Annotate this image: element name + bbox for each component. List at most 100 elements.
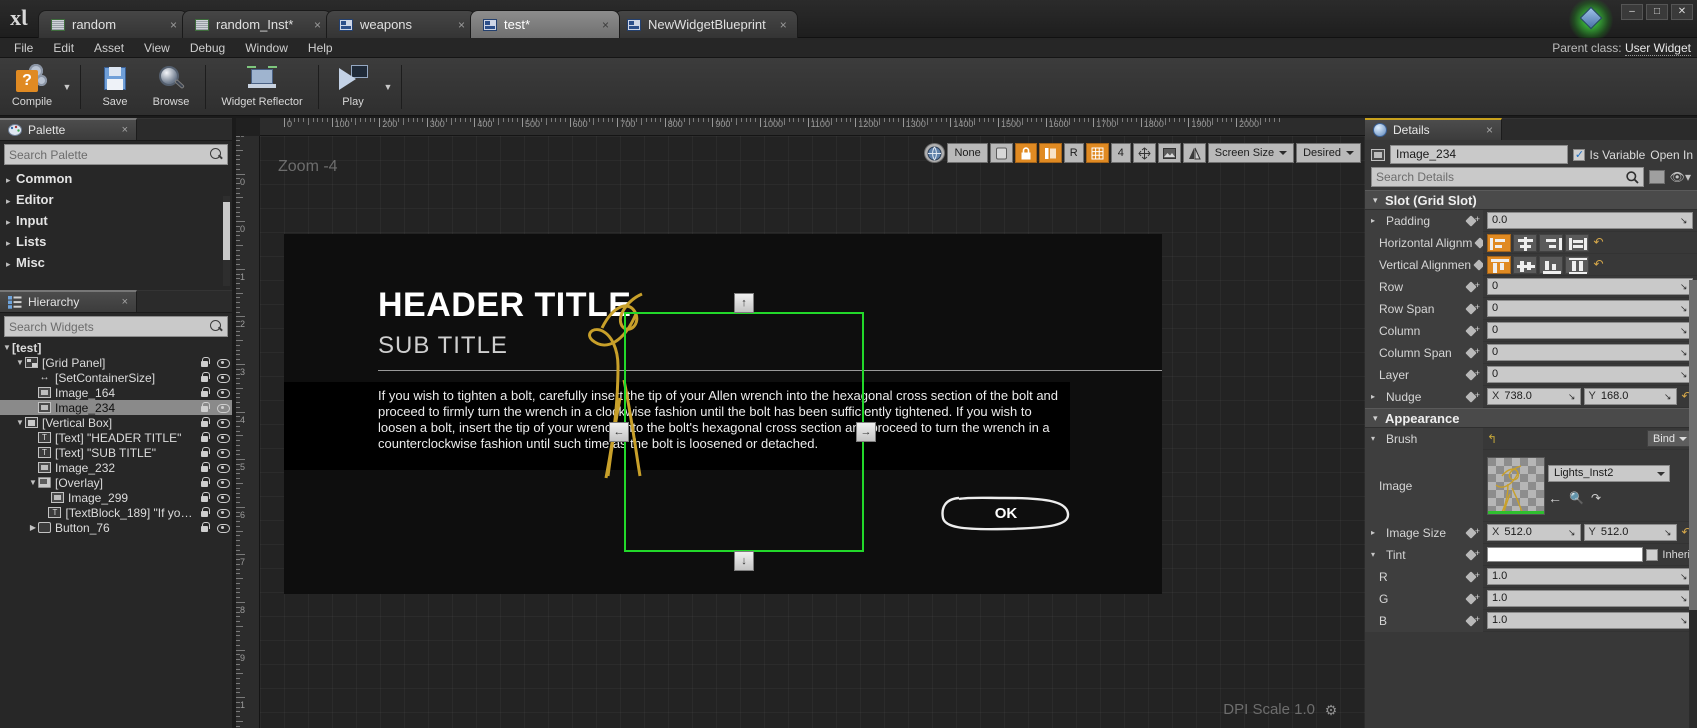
lock-icon[interactable]: [199, 417, 210, 428]
property-twisty-icon[interactable]: ▸: [1371, 216, 1381, 225]
close-button[interactable]: ✕: [1671, 4, 1693, 20]
alignment-option-3[interactable]: [1565, 255, 1589, 274]
hierarchy-close-icon[interactable]: ×: [122, 296, 128, 308]
bind-pin-icon[interactable]: [1466, 591, 1480, 605]
hierarchy-node[interactable]: Image_164: [0, 385, 232, 400]
compile-dropdown-arrow[interactable]: ▼: [60, 60, 74, 114]
alignment-option-2[interactable]: [1539, 255, 1563, 274]
lock-icon[interactable]: [199, 492, 210, 503]
hierarchy-search-input[interactable]: Search Widgets: [4, 316, 228, 337]
lock-icon[interactable]: [199, 372, 210, 383]
is-variable-checkbox-row[interactable]: ✓ Is Variable: [1573, 148, 1645, 162]
visibility-eye-icon[interactable]: [217, 387, 230, 398]
menu-item-asset[interactable]: Asset: [84, 38, 134, 58]
lock-icon[interactable]: [199, 522, 210, 533]
asset-selector[interactable]: Lights_Inst2: [1548, 465, 1670, 482]
menu-item-window[interactable]: Window: [235, 38, 298, 58]
drag-handle-icon[interactable]: [1664, 528, 1673, 537]
screen-size-selector[interactable]: Screen Size: [1207, 143, 1295, 163]
bind-pin-icon[interactable]: [1466, 613, 1480, 627]
drag-handle-icon[interactable]: [1680, 370, 1689, 379]
tree-twisty-icon[interactable]: ▼: [28, 478, 38, 487]
visibility-eye-icon[interactable]: [217, 492, 230, 503]
hierarchy-node[interactable]: Image_232: [0, 460, 232, 475]
drag-handle-icon[interactable]: [1680, 282, 1689, 291]
hierarchy-node[interactable]: T [Text] "SUB TITLE": [0, 445, 232, 460]
alignment-option-2[interactable]: [1539, 233, 1563, 252]
lock-icon[interactable]: [199, 402, 210, 413]
asset-tab-randominst[interactable]: random_Inst* ×: [182, 10, 332, 38]
bind-pin-icon[interactable]: [1466, 389, 1480, 403]
palette-scrollbar-thumb[interactable]: [223, 202, 230, 260]
mirror-icon[interactable]: [1182, 143, 1206, 163]
property-text-input[interactable]: 1.0: [1487, 612, 1693, 629]
resize-handle-right[interactable]: →: [856, 422, 876, 442]
hierarchy-node[interactable]: ▼ [Vertical Box]: [0, 415, 232, 430]
details-scrollbar-thumb[interactable]: [1689, 280, 1697, 610]
drag-handle-icon[interactable]: [1568, 392, 1577, 401]
resize-handle-top[interactable]: ↑: [734, 293, 754, 313]
drag-handle-icon[interactable]: [1680, 348, 1689, 357]
bind-pin-icon[interactable]: [1474, 257, 1484, 271]
visibility-eye-icon[interactable]: [217, 462, 230, 473]
reset-to-default-icon[interactable]: ↶: [1592, 236, 1605, 249]
details-search-input[interactable]: Search Details: [1371, 167, 1644, 187]
drag-handle-icon[interactable]: [1568, 528, 1577, 537]
drag-handle-icon[interactable]: [1680, 594, 1689, 603]
details-close-icon[interactable]: ×: [1486, 123, 1493, 137]
hierarchy-node[interactable]: T [TextBlock_189] "If you wis: [0, 505, 232, 520]
drag-handle-icon[interactable]: [1664, 392, 1673, 401]
property-text-input[interactable]: 1.0: [1487, 590, 1693, 607]
resize-handle-left[interactable]: ←: [609, 422, 629, 442]
grid-size-value[interactable]: 4: [1110, 143, 1131, 163]
snap-icon[interactable]: [1132, 143, 1156, 163]
alignment-option-0[interactable]: [1487, 233, 1511, 252]
details-scrollbar-track[interactable]: [1689, 280, 1697, 728]
ruler-icon[interactable]: [1038, 143, 1062, 163]
asset-tab-close-icon[interactable]: ×: [458, 18, 465, 32]
tree-twisty-icon[interactable]: ▼: [15, 418, 25, 427]
visibility-eye-icon[interactable]: [217, 522, 230, 533]
property-text-input[interactable]: 0: [1487, 322, 1693, 339]
fill-rule-none-button[interactable]: None: [947, 143, 988, 163]
drag-handle-icon[interactable]: [1680, 572, 1689, 581]
visibility-eye-icon[interactable]: [217, 432, 230, 443]
visibility-eye-icon[interactable]: [217, 417, 230, 428]
hierarchy-node[interactable]: Image_234: [0, 400, 232, 415]
asset-options-icon[interactable]: ↷: [1591, 491, 1601, 505]
drag-handle-icon[interactable]: [1680, 304, 1689, 313]
palette-category-lists[interactable]: ▸ Lists: [0, 231, 232, 252]
tree-twisty-icon[interactable]: ▼: [15, 358, 25, 367]
bind-pin-icon[interactable]: [1466, 279, 1480, 293]
widget-reflector-button[interactable]: Widget Reflector: [212, 60, 312, 114]
drag-handle-icon[interactable]: [1680, 216, 1689, 225]
palette-category-editor[interactable]: ▸ Editor: [0, 189, 232, 210]
alignment-option-0[interactable]: [1487, 255, 1511, 274]
drag-handle-icon[interactable]: [1680, 616, 1689, 625]
details-section-header[interactable]: ▾ Appearance: [1365, 408, 1697, 428]
inherit-checkbox-row[interactable]: Inherit: [1646, 548, 1693, 561]
visibility-eye-icon[interactable]: [217, 477, 230, 488]
alignment-option-1[interactable]: [1513, 255, 1537, 274]
property-twisty-icon[interactable]: ▾: [1371, 550, 1381, 559]
bind-button[interactable]: Bind: [1646, 430, 1693, 447]
property-y-input[interactable]: Y 168.0: [1583, 388, 1677, 405]
bind-pin-icon[interactable]: [1466, 569, 1480, 583]
visibility-eye-icon[interactable]: [217, 507, 230, 518]
use-selected-asset-icon[interactable]: ←: [1548, 490, 1562, 506]
property-twisty-icon[interactable]: ▾: [1371, 434, 1381, 443]
gear-icon[interactable]: ⚙: [1323, 702, 1339, 718]
fill-screen-icon[interactable]: [989, 143, 1013, 163]
lock-icon[interactable]: [199, 507, 210, 518]
save-button[interactable]: Save: [87, 60, 143, 114]
menu-item-debug[interactable]: Debug: [180, 38, 235, 58]
lock-icon[interactable]: [199, 462, 210, 473]
inherit-checkbox[interactable]: [1646, 548, 1659, 561]
play-button[interactable]: Play: [325, 60, 381, 114]
bind-pin-icon[interactable]: [1466, 367, 1480, 381]
hierarchy-node[interactable]: ▶ Button_76: [0, 520, 232, 535]
asset-tab-close-icon[interactable]: ×: [314, 18, 321, 32]
lock-icon[interactable]: [199, 477, 210, 488]
lock-icon[interactable]: [199, 387, 210, 398]
details-section-header[interactable]: ▾ Slot (Grid Slot): [1365, 190, 1697, 210]
